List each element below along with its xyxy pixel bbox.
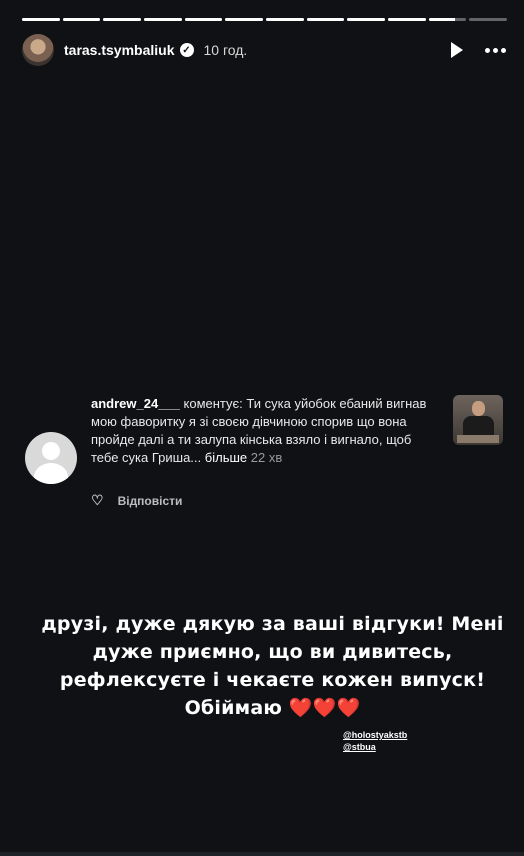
- progress-segment: [469, 18, 508, 21]
- mention-stickers: @holostyakstb @stbua: [343, 729, 407, 753]
- story-header: taras.tsymbaliuk ✓ 10 год.: [22, 33, 506, 67]
- caption-hearts: ❤️❤️❤️: [288, 697, 361, 719]
- verified-badge-icon: ✓: [179, 43, 194, 57]
- post-thumbnail[interactable]: [453, 395, 503, 445]
- progress-segment: [306, 18, 345, 21]
- profile-avatar[interactable]: [22, 34, 54, 66]
- mention-holostyakstb[interactable]: @holostyakstb: [343, 729, 407, 741]
- mention-stbua[interactable]: @stbua: [343, 741, 407, 753]
- profile-username[interactable]: taras.tsymbaliuk: [64, 42, 175, 58]
- progress-segment: [22, 18, 60, 21]
- comment-more-link[interactable]: більше: [205, 450, 247, 465]
- comment-text: andrew_24___ коментує: Ти сука уйобок еб…: [91, 395, 436, 467]
- comment-card: andrew_24___ коментує: Ти сука уйобок еб…: [25, 395, 503, 515]
- progress-segment: [347, 18, 386, 21]
- play-icon[interactable]: [451, 42, 463, 58]
- comment-username[interactable]: andrew_24___: [91, 396, 180, 411]
- progress-segment: [103, 18, 142, 21]
- story-progress-bar: [22, 18, 508, 21]
- progress-segment: [266, 18, 304, 21]
- progress-segment: [62, 18, 101, 21]
- progress-segment: [388, 18, 426, 21]
- caption-text: друзі, дуже дякую за ваші відгуки! Мені …: [41, 613, 504, 719]
- bottom-edge: [0, 852, 524, 856]
- more-icon[interactable]: [485, 47, 506, 53]
- default-avatar-icon: [25, 432, 77, 484]
- story-caption: друзі, дуже дякую за ваші відгуки! Мені …: [40, 610, 505, 722]
- post-time: 10 год.: [203, 42, 248, 58]
- progress-segment: [184, 18, 223, 21]
- progress-segment: [144, 18, 182, 21]
- progress-segment: [428, 18, 467, 21]
- reply-row: ♡ Відповісти: [91, 492, 182, 509]
- reply-button[interactable]: Відповісти: [118, 494, 183, 508]
- heart-outline-icon[interactable]: ♡: [91, 492, 104, 509]
- comment-time: 22 хв: [250, 450, 283, 465]
- progress-segment: [225, 18, 264, 21]
